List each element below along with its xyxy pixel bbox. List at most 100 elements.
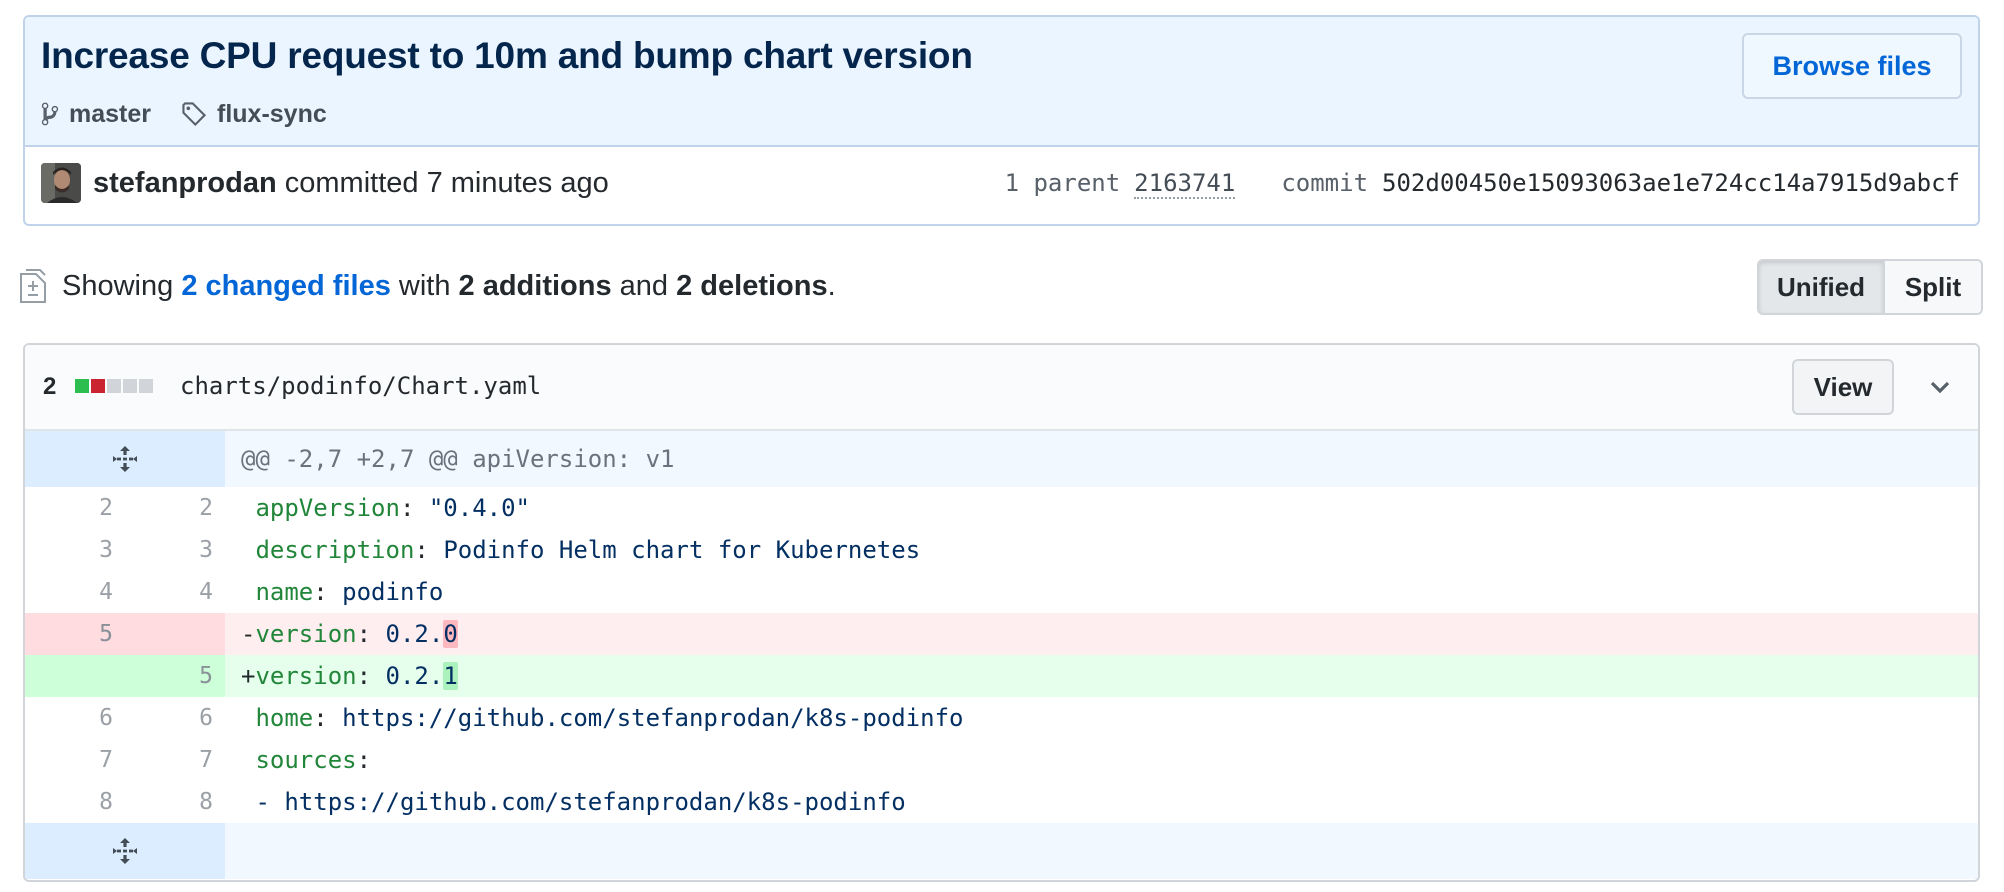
old-line-number[interactable]: 6 xyxy=(25,697,125,739)
diff-sign xyxy=(241,494,255,522)
hunk-header: @@ -2,7 +2,7 @@ apiVersion: v1 xyxy=(225,431,1978,487)
yaml-separator: : xyxy=(313,578,343,606)
yaml-value: podinfo xyxy=(342,578,444,606)
new-line-number[interactable]: 5 xyxy=(125,655,225,697)
code-line: name: podinfo xyxy=(225,571,1978,613)
diff-line-context: 66 home: https://github.com/stefanprodan… xyxy=(25,697,1978,739)
commit-meta: stefanprodan committed 7 minutes ago 1 p… xyxy=(25,147,1978,224)
yaml-separator: : xyxy=(356,662,386,690)
yaml-value: Podinfo Helm chart for Kubernetes xyxy=(443,536,921,564)
file-diff: 2 charts/podinfo/Chart.yaml View @@ -2,7… xyxy=(23,343,1980,882)
expand-down-button[interactable] xyxy=(25,823,225,879)
commit-header: Increase CPU request to 10m and bump cha… xyxy=(25,17,1978,147)
tag-ref[interactable]: flux-sync xyxy=(181,100,327,129)
view-file-button[interactable]: View xyxy=(1792,359,1894,415)
yaml-value: 0.2. xyxy=(385,620,444,648)
commit-sha: 502d00450e15093063ae1e724cc14a7915d9abcf xyxy=(1382,169,1960,197)
avatar-image-icon xyxy=(41,163,81,203)
yaml-key: version xyxy=(255,662,357,690)
diff-line-context: 44 name: podinfo xyxy=(25,571,1978,613)
diff-count: 2 xyxy=(43,373,57,400)
diff-line-addition: 5 +version: 0.2.1 xyxy=(25,655,1978,697)
diff-body: @@ -2,7 +2,7 @@ apiVersion: v1 22 appVer… xyxy=(25,431,1978,879)
diff-line-deletion: 5 -version: 0.2.0 xyxy=(25,613,1978,655)
hunk-header-row: @@ -2,7 +2,7 @@ apiVersion: v1 xyxy=(25,431,1978,487)
summary-end: . xyxy=(827,269,836,302)
tag-name: flux-sync xyxy=(217,99,327,128)
code-line: sources: xyxy=(225,739,1978,781)
additions-count: 2 additions xyxy=(458,269,612,302)
yaml-value: https://github.com/stefanprodan/k8s-podi… xyxy=(342,704,964,732)
chevron-down-icon[interactable] xyxy=(1928,375,1952,399)
yaml-separator: : xyxy=(414,536,444,564)
parent-label: 1 parent xyxy=(1004,169,1121,197)
unfold-icon xyxy=(113,838,137,864)
branch-name: master xyxy=(69,99,151,128)
branch-ref[interactable]: master xyxy=(41,100,151,129)
new-line-number[interactable] xyxy=(125,613,225,655)
new-line-number[interactable]: 4 xyxy=(125,571,225,613)
diff-line-context: 77 sources: xyxy=(25,739,1978,781)
old-line-number[interactable] xyxy=(25,655,125,697)
file-header: 2 charts/podinfo/Chart.yaml View xyxy=(25,345,1978,431)
diff-line-context: 33 description: Podinfo Helm chart for K… xyxy=(25,529,1978,571)
changed-files-link[interactable]: 2 changed files xyxy=(181,270,391,303)
new-line-number[interactable]: 8 xyxy=(125,781,225,823)
diff-line-context: 22 appVersion: "0.4.0" xyxy=(25,487,1978,529)
code-line: -version: 0.2.0 xyxy=(225,613,1978,655)
yaml-separator: : xyxy=(356,746,372,774)
changed-char: 0 xyxy=(443,620,458,648)
commit-title: Increase CPU request to 10m and bump cha… xyxy=(41,35,973,76)
diff-summary: Showing 2 changed files with 2 additions… xyxy=(20,262,836,310)
new-line-number[interactable]: 3 xyxy=(125,529,225,571)
diff-sign xyxy=(241,746,255,774)
unfold-icon xyxy=(113,446,137,472)
code-line: +version: 0.2.1 xyxy=(225,655,1978,697)
sha-block: 1 parent 2163741 commit 502d00450e150930… xyxy=(1005,169,1960,199)
diff-sign xyxy=(241,704,255,732)
commit-label: commit xyxy=(1281,169,1369,197)
old-line-number[interactable]: 3 xyxy=(25,529,125,571)
diffstat-neutral-block xyxy=(139,379,153,393)
browse-files-button[interactable]: Browse files xyxy=(1742,33,1962,99)
yaml-value: 0.2. xyxy=(385,662,444,690)
diff-sign: - xyxy=(241,620,256,648)
commit-author[interactable]: stefanprodan xyxy=(93,167,277,199)
diffstat-addition-block xyxy=(75,379,89,393)
file-path[interactable]: charts/podinfo/Chart.yaml xyxy=(180,372,541,400)
diff-line-context: 88 - https://github.com/stefanprodan/k8s… xyxy=(25,781,1978,823)
yaml-separator: : xyxy=(313,704,343,732)
new-line-number[interactable]: 6 xyxy=(125,697,225,739)
new-line-number[interactable]: 2 xyxy=(125,487,225,529)
new-line-number[interactable]: 7 xyxy=(125,739,225,781)
old-line-number[interactable]: 7 xyxy=(25,739,125,781)
yaml-key: description xyxy=(255,536,415,564)
tag-icon xyxy=(182,102,207,127)
old-line-number[interactable]: 2 xyxy=(25,487,125,529)
yaml-key: appVersion xyxy=(255,494,400,522)
hunk-footer-row xyxy=(25,823,1978,879)
split-view-button[interactable]: Split xyxy=(1885,259,1983,315)
avatar[interactable] xyxy=(41,163,81,203)
old-line-number[interactable]: 4 xyxy=(25,571,125,613)
expand-up-button[interactable] xyxy=(25,431,225,487)
yaml-key: home xyxy=(255,704,314,732)
deletions-count: 2 deletions xyxy=(676,269,828,302)
yaml-value: "0.4.0" xyxy=(428,494,531,522)
parent-sha-link[interactable]: 2163741 xyxy=(1134,169,1236,199)
yaml-key: version xyxy=(255,620,357,648)
summary-with: with xyxy=(398,269,451,302)
code-line: description: Podinfo Helm chart for Kube… xyxy=(225,529,1978,571)
yaml-value: - https://github.com/stefanprodan/k8s-po… xyxy=(255,788,906,816)
diffstat-deletion-block xyxy=(91,379,105,393)
diffstat-neutral-block xyxy=(107,379,121,393)
changed-char: 1 xyxy=(443,662,458,690)
yaml-separator: : xyxy=(356,620,386,648)
unified-view-button[interactable]: Unified xyxy=(1757,259,1885,315)
old-line-number[interactable]: 8 xyxy=(25,781,125,823)
author-line: stefanprodan committed 7 minutes ago xyxy=(93,167,609,200)
yaml-separator: : xyxy=(399,494,429,522)
yaml-key: name xyxy=(255,578,314,606)
code-line: appVersion: "0.4.0" xyxy=(225,487,1978,529)
old-line-number[interactable]: 5 xyxy=(25,613,125,655)
